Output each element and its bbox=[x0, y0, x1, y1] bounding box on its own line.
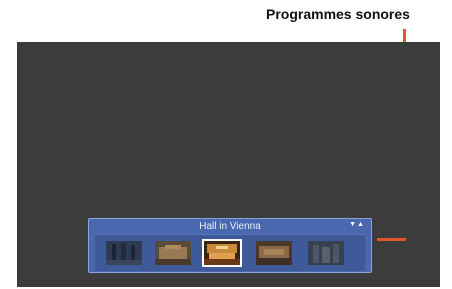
hall-thumbnail-image bbox=[155, 241, 191, 265]
thumbnail-sound-program-5[interactable] bbox=[308, 241, 344, 265]
callout-line-horizontal bbox=[377, 238, 406, 241]
sound-program-panel: Hall in Vienna ▼▲ bbox=[88, 218, 372, 273]
thumbnail-sound-program-4[interactable] bbox=[256, 241, 292, 265]
thumbnail-strip bbox=[95, 234, 365, 271]
thumbnail-sound-program-1[interactable] bbox=[106, 241, 142, 265]
hall-thumbnail-image bbox=[308, 241, 344, 265]
callout-label: Programmes sonores bbox=[266, 6, 410, 22]
hall-thumbnail-image bbox=[256, 241, 292, 265]
hall-thumbnail-image bbox=[204, 241, 240, 265]
thumbnail-sound-program-3[interactable] bbox=[202, 239, 242, 267]
hall-thumbnail-image bbox=[106, 241, 142, 265]
tv-screen: Hall in Vienna ▼▲ bbox=[17, 42, 440, 287]
thumbnail-sound-program-2[interactable] bbox=[155, 241, 191, 265]
panel-title: Hall in Vienna bbox=[199, 221, 261, 232]
up-down-arrows-icon: ▼▲ bbox=[349, 221, 365, 228]
